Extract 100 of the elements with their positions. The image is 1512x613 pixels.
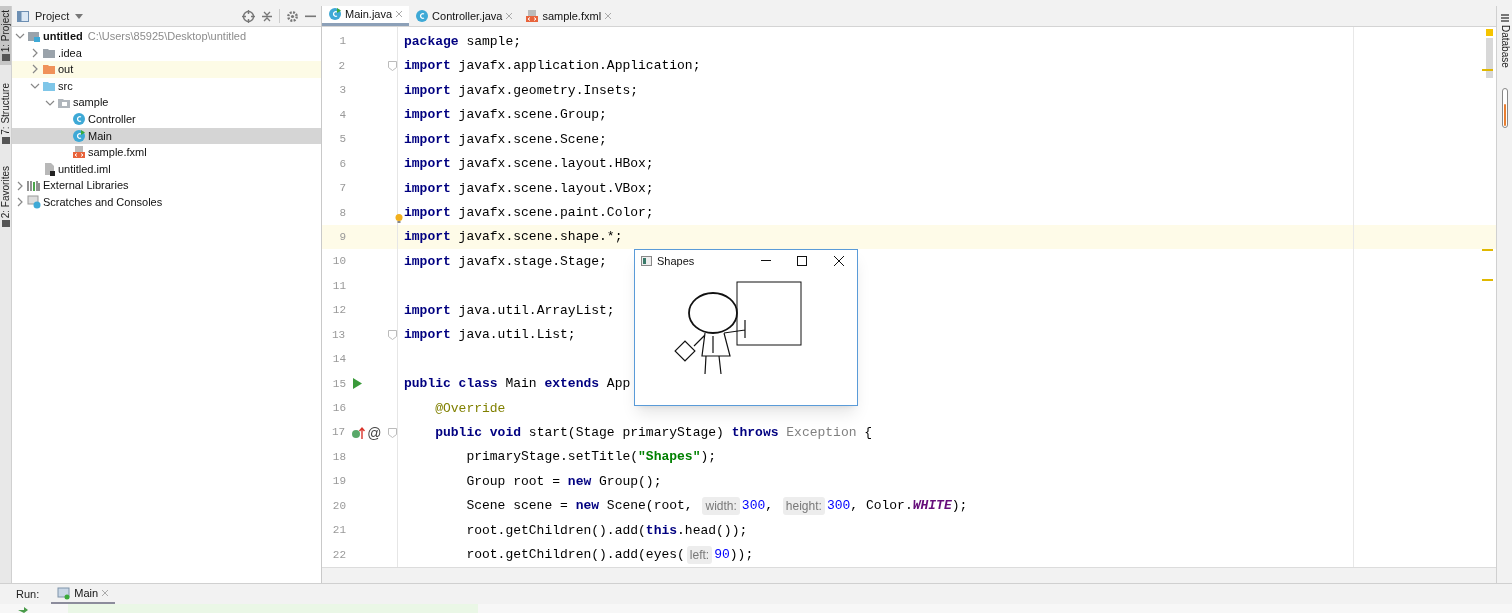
folder-icon: [42, 62, 56, 77]
line-number: 18: [331, 449, 346, 465]
line-number: 22: [331, 547, 346, 563]
window-title: Shapes: [657, 253, 695, 269]
collapsed-chevron-icon[interactable]: [15, 197, 25, 208]
close-icon[interactable]: [834, 256, 844, 266]
line-number: 20: [331, 498, 346, 514]
run-label: Run:: [16, 586, 40, 602]
warning-stripe[interactable]: [1482, 278, 1493, 281]
collapse-all-icon[interactable]: [261, 9, 273, 23]
code-line: import java.util.ArrayList;: [404, 301, 615, 320]
folder-icon: [42, 79, 56, 94]
line-number: 15: [331, 376, 346, 392]
editor-tab[interactable]: sample.fxml: [519, 6, 619, 26]
tool-window-tab[interactable]: 2: Favorites: [0, 161, 11, 232]
line-number: 19: [331, 474, 346, 490]
code-line: import javafx.scene.paint.Color;: [404, 204, 654, 223]
line-number: 17: [331, 425, 346, 441]
line-number: 13: [331, 327, 346, 343]
fold-marker-icon[interactable]: [388, 427, 397, 438]
line-number: 2: [337, 58, 346, 74]
maximize-icon[interactable]: [797, 256, 807, 266]
code-line: package sample;: [404, 32, 522, 51]
window-app-icon: [641, 256, 652, 266]
panel-title[interactable]: Project: [35, 7, 70, 25]
tree-item[interactable]: untitled.iml: [12, 160, 321, 178]
library-books-icon: [27, 178, 41, 193]
line-number: 21: [331, 523, 346, 539]
line-number: 14: [331, 352, 346, 368]
annotation-marker[interactable]: @: [367, 425, 382, 440]
code-line: primaryStage.setTitle("Shapes");: [465, 448, 717, 467]
tree-item[interactable]: out: [12, 61, 321, 78]
line-number: 8: [338, 205, 346, 221]
collapsed-chevron-icon[interactable]: [30, 64, 40, 75]
module-folder-icon: [27, 29, 41, 44]
code-line: public void start(Stage primaryStage) throws Exception {: [434, 423, 873, 442]
line-number: 9: [338, 229, 346, 245]
tree-item[interactable]: Controller: [12, 110, 321, 128]
runnable-class-icon: [72, 128, 86, 143]
code-line: public class Main extends App: [404, 375, 631, 394]
code-line: import javafx.scene.layout.VBox;: [404, 179, 654, 198]
scrollbar-thumb[interactable]: [1485, 37, 1493, 78]
run-console-icon: [57, 586, 72, 600]
warning-stripe[interactable]: [1482, 68, 1493, 71]
tree-item[interactable]: External Libraries: [12, 177, 321, 194]
lightbulb-icon[interactable]: [395, 213, 403, 223]
code-line: @Override: [434, 399, 506, 418]
locate-icon[interactable]: [242, 9, 255, 23]
tree-item[interactable]: src: [12, 77, 321, 95]
class-icon: [72, 112, 86, 127]
xml-file-icon: [525, 8, 540, 23]
class-icon: [415, 8, 430, 23]
code-line: import javafx.application.Application;: [404, 57, 701, 76]
code-line: import javafx.scene.shape.*;: [404, 228, 623, 247]
code-line: import javafx.geometry.Insets;: [404, 81, 639, 100]
line-number: 12: [331, 303, 346, 319]
rerun-icon[interactable]: [18, 606, 28, 613]
code-line: Scene scene = new Scene(root, width: 300, height: 300, Color.WHITE);: [465, 496, 968, 516]
tree-item[interactable]: Main: [12, 127, 321, 145]
line-number: 1: [338, 34, 346, 50]
code-line: import javafx.scene.Group;: [404, 106, 607, 125]
collapsed-chevron-icon[interactable]: [15, 180, 25, 191]
line-number: 3: [338, 83, 346, 99]
implements-arrow-icon[interactable]: [351, 426, 366, 440]
tool-window-tab[interactable]: 7: Structure: [0, 79, 11, 148]
editor-tab[interactable]: Main.java: [322, 6, 410, 26]
line-number: 4: [338, 107, 346, 123]
fold-marker-icon[interactable]: [388, 329, 397, 340]
tree-item[interactable]: untitled C:\Users\85925\Desktop\untitled: [12, 28, 321, 45]
minimize-icon[interactable]: [761, 260, 771, 262]
dropdown-caret-icon[interactable]: [75, 13, 84, 19]
code-line: root.getChildren().add(eyes( left: 90));: [465, 545, 754, 565]
tree-item[interactable]: sample: [12, 94, 321, 111]
line-number: 10: [331, 254, 346, 270]
module-file-icon: [42, 162, 56, 177]
tree-item[interactable]: Scratches and Consoles: [12, 193, 321, 211]
warning-stripe[interactable]: [1482, 248, 1493, 251]
tool-window-tab[interactable]: 1: Project: [0, 6, 11, 66]
tree-item[interactable]: .idea: [12, 44, 321, 62]
editor-tab[interactable]: Controller.java: [409, 6, 520, 26]
line-number: 16: [331, 401, 346, 417]
code-line: import java.util.List;: [404, 326, 576, 345]
run-icon[interactable]: [352, 378, 362, 390]
tree-item[interactable]: sample.fxml: [12, 144, 321, 161]
line-number: 5: [338, 132, 346, 148]
code-line: Group root = new Group();: [465, 472, 662, 491]
project-view-icon: [17, 10, 29, 22]
line-number: 6: [338, 156, 346, 172]
code-line: import javafx.scene.layout.HBox;: [404, 155, 654, 174]
fold-marker-icon[interactable]: [388, 61, 397, 72]
tool-window-tab[interactable]: Database: [1498, 14, 1511, 68]
settings-icon[interactable]: [286, 9, 299, 23]
memory-indicator[interactable]: [1501, 87, 1508, 128]
database-icon: [1500, 14, 1509, 22]
code-line: import javafx.stage.Stage;: [404, 252, 607, 271]
path-text: C:\Users\85925\Desktop\untitled: [87, 29, 247, 45]
code-line: root.getChildren().add(this.head());: [465, 521, 748, 540]
code-line: import javafx.scene.Scene;: [404, 130, 607, 149]
collapsed-chevron-icon[interactable]: [30, 47, 40, 58]
xml-file-icon: [72, 145, 86, 160]
